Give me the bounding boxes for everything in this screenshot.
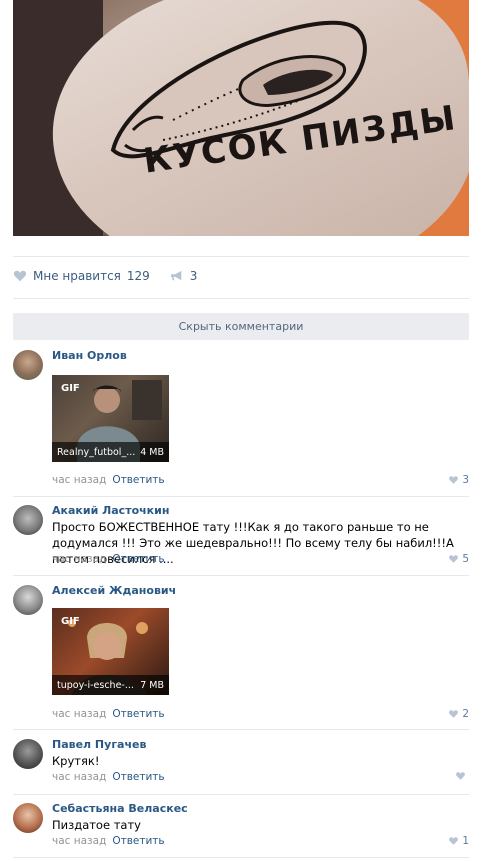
divider [13, 857, 469, 858]
heart-icon [449, 476, 459, 484]
comment-like-count: 5 [462, 553, 469, 565]
comment-time[interactable]: час назад [52, 771, 106, 783]
comment-like-button[interactable]: 2 [448, 708, 469, 720]
comment-meta: час назад Ответить [52, 474, 165, 486]
gif-attachment[interactable]: GIF Realny_futbol_... 4 MB [52, 375, 169, 462]
comment-meta: час назад Ответить [52, 835, 165, 847]
divider [13, 794, 469, 795]
gif-caption: Realny_futbol_... 4 MB [52, 442, 169, 462]
like-count[interactable]: 129 [127, 269, 150, 283]
gif-badge: GIF [61, 616, 80, 627]
comment-meta: час назад Ответить [52, 708, 165, 720]
gif-caption: tupoy-i-esche-... 7 MB [52, 675, 169, 695]
share-megaphone-icon[interactable] [170, 270, 184, 282]
avatar[interactable] [13, 585, 43, 615]
comment-like-button[interactable]: 5 [448, 553, 469, 565]
heart-icon[interactable] [13, 269, 27, 283]
comment-author[interactable]: Акакий Ласточкин [52, 504, 169, 517]
post-photo[interactable]: КУСОК ПИЗДЫ [13, 0, 469, 236]
heart-icon [449, 837, 459, 845]
comment-item: Иван Орлов GIF Realny_futbol_... 4 MB ча… [13, 349, 469, 490]
comment-meta: час назад Ответить [52, 771, 165, 783]
comment-time[interactable]: час назад [52, 835, 106, 847]
comment-like-button[interactable] [455, 771, 469, 781]
gif-filename: Realny_futbol_... [57, 446, 136, 458]
comment-like-count: 2 [462, 708, 469, 720]
gif-size: 4 MB [140, 446, 164, 458]
reply-button[interactable]: Ответить [112, 835, 164, 847]
comment-text: Крутяк! [52, 754, 100, 768]
divider [13, 298, 469, 299]
divider [13, 729, 469, 730]
reply-button[interactable]: Ответить [112, 708, 164, 720]
gif-filename: tupoy-i-esche-... [57, 679, 134, 691]
comment-item: Павел Пугачев Крутяк! час назад Ответить [13, 738, 469, 789]
gif-size: 7 MB [140, 679, 164, 691]
avatar[interactable] [13, 739, 43, 769]
avatar[interactable] [13, 803, 43, 833]
post-actions: Мне нравится 129 3 [13, 262, 217, 290]
comment-item: Акакий Ласточкин Просто БОЖЕСТВЕННОЕ тат… [13, 504, 469, 570]
reply-button[interactable]: Ответить [112, 553, 164, 565]
heart-icon [456, 772, 465, 780]
heart-icon [449, 710, 459, 718]
reply-button[interactable]: Ответить [112, 474, 164, 486]
comment-time[interactable]: час назад [52, 553, 106, 565]
gif-attachment[interactable]: GIF tupoy-i-esche-... 7 MB [52, 608, 169, 695]
comment-time[interactable]: час назад [52, 708, 106, 720]
divider [13, 496, 469, 497]
avatar[interactable] [13, 350, 43, 380]
comment-author[interactable]: Алексей Жданович [52, 584, 176, 597]
comment-author[interactable]: Павел Пугачев [52, 738, 146, 751]
comment-author[interactable]: Иван Орлов [52, 349, 127, 362]
gif-badge: GIF [61, 383, 80, 394]
comment-like-count: 1 [462, 835, 469, 847]
share-count[interactable]: 3 [190, 269, 198, 283]
comment-meta: час назад Ответить [52, 553, 165, 565]
comment-item: Алексей Жданович GIF tupoy-i-esche-... 7… [13, 584, 469, 723]
comment-like-button[interactable]: 1 [448, 835, 469, 847]
comment-text: Пиздатое тату [52, 818, 141, 832]
avatar[interactable] [13, 505, 43, 535]
comment-author[interactable]: Себастьяна Веласкес [52, 802, 188, 815]
like-label[interactable]: Мне нравится [33, 269, 121, 283]
heart-icon [449, 555, 459, 563]
divider [13, 575, 469, 576]
hide-comments-button[interactable]: Скрыть комментарии [13, 313, 469, 340]
comment-like-button[interactable]: 3 [448, 474, 469, 486]
comment-item: Себастьяна Веласкес Пиздатое тату час на… [13, 802, 469, 853]
comment-like-count: 3 [462, 474, 469, 486]
comment-time[interactable]: час назад [52, 474, 106, 486]
divider [13, 256, 469, 257]
reply-button[interactable]: Ответить [112, 771, 164, 783]
